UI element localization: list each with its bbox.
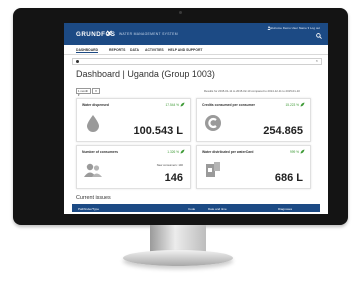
watercard-icon: [206, 162, 220, 177]
column-header[interactable]: Pathfinder/Type: [78, 207, 99, 211]
column-header[interactable]: Date and time: [208, 207, 227, 211]
nav-dashboard[interactable]: DASHBOARD: [76, 48, 99, 53]
leaf-icon: [180, 149, 185, 154]
water-drop-icon: [87, 115, 99, 132]
period-summary: Results for 2015-01-11 to 2015-02-10 com…: [204, 89, 300, 93]
credit-coin-icon: [205, 115, 221, 131]
filter-bullet-icon: [76, 60, 79, 63]
change-percentage: 1.326 %: [167, 150, 179, 154]
search-icon[interactable]: [316, 33, 322, 39]
new-consumers-note: New consumers: 146: [156, 163, 183, 167]
leaf-icon: [300, 149, 305, 154]
card-water-dispensed[interactable]: Water dispensed 17.544 % 100.543 L: [76, 98, 191, 142]
nav-data[interactable]: DATA: [130, 48, 139, 52]
card-label: Number of consumers: [82, 150, 118, 154]
monitor-stand-base: [123, 250, 233, 266]
card-value: 254.865: [263, 125, 303, 137]
card-number-of-consumers[interactable]: Number of consumers 1.326 % New consumer…: [76, 145, 191, 189]
range-select[interactable]: 1 month ▾: [76, 88, 91, 97]
card-value: 100.543 L: [133, 125, 183, 137]
breadcrumb-filter-bar[interactable]: ×: [72, 58, 322, 65]
app-subtitle: WATER MANAGEMENT SYSTEM: [119, 32, 178, 36]
card-credits-consumed[interactable]: Credits consumed per consumer 15.223 % 2…: [196, 98, 311, 142]
column-header[interactable]: Code: [188, 207, 195, 211]
leaf-icon: [180, 102, 185, 107]
top-bar: GRUNDFOS ✕ WATER MANAGEMENT SYSTEM Welco…: [64, 23, 328, 45]
webcam: [179, 11, 182, 14]
card-value: 146: [164, 172, 183, 184]
card-label: Credits consumed per consumer: [202, 103, 255, 107]
column-header[interactable]: Diagnoses: [278, 207, 292, 211]
brand-logo-mark: ✕: [106, 29, 113, 38]
change-percentage: 999 %: [289, 150, 299, 154]
nav-reports[interactable]: REPORTS: [109, 48, 125, 52]
nav-help-and-support[interactable]: HELP AND SUPPORT: [168, 48, 202, 52]
card-value: 686 L: [274, 172, 303, 184]
user-menu[interactable]: Welcome Demo User Name ▾ Log out: [270, 26, 320, 30]
card-label: Water dispensed: [82, 103, 110, 107]
main-nav: DASHBOARD REPORTS DATA ACTIVITIES HELP A…: [64, 45, 328, 55]
clear-filter-icon[interactable]: ×: [316, 58, 318, 63]
screen: GRUNDFOS ✕ WATER MANAGEMENT SYSTEM Welco…: [64, 23, 328, 214]
change-percentage: 17.544 %: [165, 103, 179, 107]
leaf-icon: [300, 102, 305, 107]
issues-table-header: Pathfinder/Type Code Date and time Diagn…: [72, 204, 320, 212]
issues-section-title: Current issues: [76, 195, 111, 201]
consumers-icon: [84, 163, 102, 177]
card-label: Water distributed per waterCard: [202, 150, 254, 154]
nav-activities[interactable]: ACTIVITIES: [145, 48, 164, 52]
page-title: Dashboard | Uganda (Group 1003): [76, 69, 215, 79]
range-options-button[interactable]: ▾: [92, 88, 100, 94]
card-water-per-watercard[interactable]: Water distributed per waterCard 999 % 68…: [196, 145, 311, 189]
change-percentage: 15.223 %: [285, 103, 299, 107]
